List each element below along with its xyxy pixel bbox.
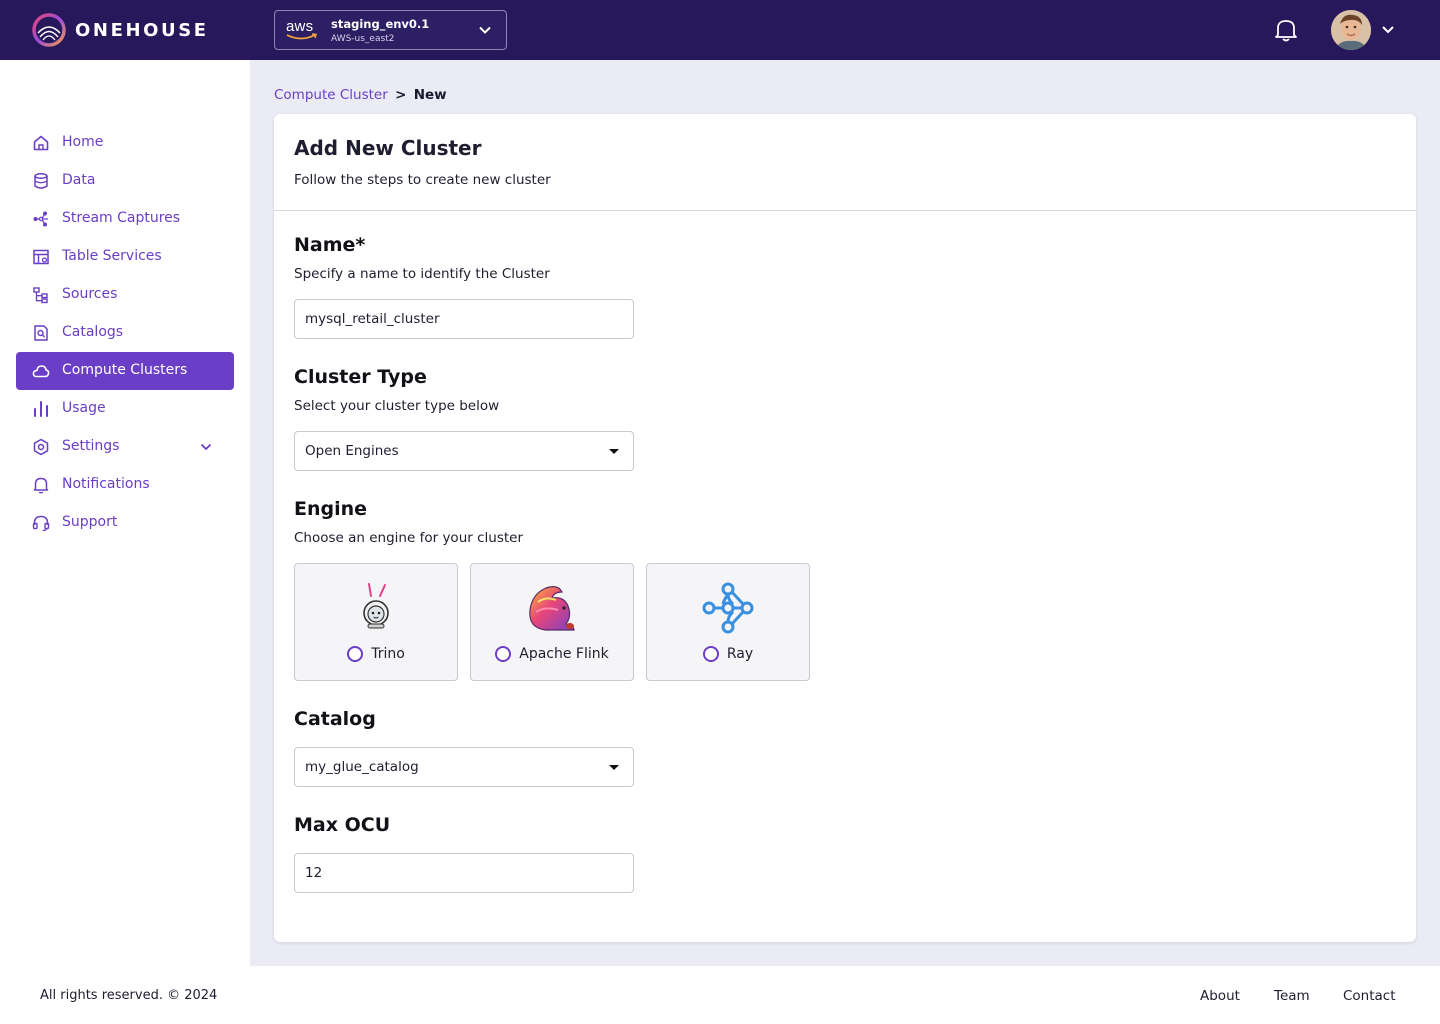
page-title: Add New Cluster (294, 136, 482, 160)
engine-label-ray: Ray (726, 646, 754, 662)
breadcrumb-compute-cluster-link[interactable]: Compute Cluster (274, 87, 388, 103)
engine-label: Engine (294, 498, 368, 520)
aws-logo-icon: aws (286, 18, 320, 44)
footer-link-about[interactable]: About (1200, 988, 1240, 1004)
bar-chart-icon (34, 401, 48, 417)
table-services-icon (33, 249, 49, 265)
breadcrumb-separator: > (395, 87, 407, 103)
share-nodes-icon (33, 211, 48, 227)
environment-selector[interactable]: aws staging_env0.1 AWS-us_east2 (274, 10, 507, 50)
engine-radio-ray[interactable] (702, 646, 719, 662)
home-icon (33, 135, 49, 151)
cluster-type-description: Select your cluster type below (294, 398, 500, 414)
cluster-name-input[interactable] (295, 300, 633, 338)
engine-option-ray[interactable]: Ray (646, 563, 810, 681)
cluster-name-field[interactable] (294, 299, 634, 339)
footer: All rights reserved. © 2024 About Team C… (0, 966, 1440, 1024)
sidebar-item-label: Settings (62, 438, 120, 454)
radio-row: Trino (295, 646, 457, 662)
sidebar-item-label: Notifications (62, 476, 150, 492)
sidebar-item-data[interactable]: Data (16, 162, 234, 200)
engine-radio-apache-flink[interactable] (495, 646, 512, 662)
sidebar-item-label: Support (62, 514, 118, 530)
breadcrumb-current: New (413, 87, 447, 103)
engine-option-apache-flink[interactable]: Apache Flink (470, 563, 634, 681)
sidebar-item-label: Home (62, 134, 104, 150)
sidebar-item-table-services[interactable]: Table Services (16, 238, 234, 276)
name-label: Name* (294, 234, 366, 256)
engine-label-trino: Trino (371, 646, 405, 662)
radio-row: Ray (647, 646, 809, 662)
engine-option-trino[interactable]: Trino (294, 563, 458, 681)
caret-down-icon (609, 765, 619, 770)
cluster-type-select[interactable]: Open Engines (294, 431, 634, 471)
sidebar-item-label: Data (62, 172, 96, 188)
brand-name: ONEHOUSE (75, 19, 209, 41)
sidebar-item-catalogs[interactable]: Catalogs (16, 314, 234, 352)
sidebar-item-label: Sources (62, 286, 118, 302)
sidebar-item-compute-clusters[interactable]: Compute Clusters (16, 352, 234, 390)
catalog-search-icon (34, 325, 48, 341)
catalog-value: my_glue_catalog (305, 759, 419, 775)
engine-radio-trino[interactable] (347, 646, 364, 662)
sidebar-item-settings[interactable]: Settings (16, 428, 234, 466)
caret-down-icon (609, 449, 619, 454)
trino-bunny-icon (363, 583, 389, 629)
sidebar-item-sources[interactable]: Sources (16, 276, 234, 314)
sidebar-item-label: Catalogs (62, 324, 124, 340)
sidebar-item-label: Usage (62, 400, 106, 416)
sidebar: Home Data Stream Captures Table Services… (0, 60, 250, 966)
page-subtitle: Follow the steps to create new cluster (294, 172, 551, 188)
environment-region: AWS-us_east2 (331, 34, 395, 44)
user-avatar[interactable] (1331, 10, 1371, 50)
environment-name: staging_env0.1 (331, 17, 430, 31)
main-content: Compute Cluster > New Add New Cluster Fo… (250, 60, 1440, 966)
ray-network-icon (702, 582, 754, 634)
bell-icon (33, 477, 49, 494)
sidebar-item-support[interactable]: Support (16, 504, 234, 542)
cluster-type-label: Cluster Type (294, 366, 427, 388)
headset-icon (32, 515, 50, 532)
breadcrumb: Compute Cluster > New (274, 87, 447, 103)
sidebar-item-notifications[interactable]: Notifications (16, 466, 234, 504)
copyright-text: All rights reserved. © 2024 (40, 988, 218, 1003)
footer-link-contact[interactable]: Contact (1343, 988, 1396, 1004)
max-ocu-field[interactable] (294, 853, 634, 893)
onehouse-logo-icon (32, 13, 66, 47)
tree-icon (33, 287, 48, 304)
catalog-select[interactable]: my_glue_catalog (294, 747, 634, 787)
cluster-type-value: Open Engines (305, 443, 399, 459)
chevron-down-icon (200, 443, 212, 451)
sidebar-item-usage[interactable]: Usage (16, 390, 234, 428)
database-icon (34, 173, 48, 189)
flink-squirrel-icon (529, 586, 575, 631)
gear-icon (33, 438, 49, 456)
divider (274, 210, 1416, 211)
engine-label-apache-flink: Apache Flink (519, 646, 609, 662)
sidebar-item-label: Stream Captures (62, 210, 181, 226)
max-ocu-label: Max OCU (294, 814, 391, 836)
chevron-down-icon (479, 26, 491, 34)
max-ocu-input[interactable] (295, 854, 633, 892)
radio-row: Apache Flink (471, 646, 633, 662)
account-menu-chevron-icon[interactable] (1381, 24, 1395, 36)
engine-description: Choose an engine for your cluster (294, 530, 523, 546)
add-cluster-card: Add New Cluster Follow the steps to crea… (274, 114, 1416, 942)
name-description: Specify a name to identify the Cluster (294, 266, 550, 282)
sidebar-item-home[interactable]: Home (16, 124, 234, 162)
sidebar-item-label: Table Services (62, 248, 162, 264)
cloud-icon (32, 365, 50, 378)
top-bar: ONEHOUSE aws staging_env0.1 AWS-us_east2 (0, 0, 1440, 60)
onehouse-logo[interactable]: ONEHOUSE (32, 13, 209, 47)
catalog-label: Catalog (294, 708, 376, 730)
sidebar-item-label: Compute Clusters (62, 362, 188, 378)
notifications-bell-icon[interactable] (1274, 17, 1298, 43)
footer-link-team[interactable]: Team (1274, 988, 1310, 1004)
sidebar-item-stream-captures[interactable]: Stream Captures (16, 200, 234, 238)
